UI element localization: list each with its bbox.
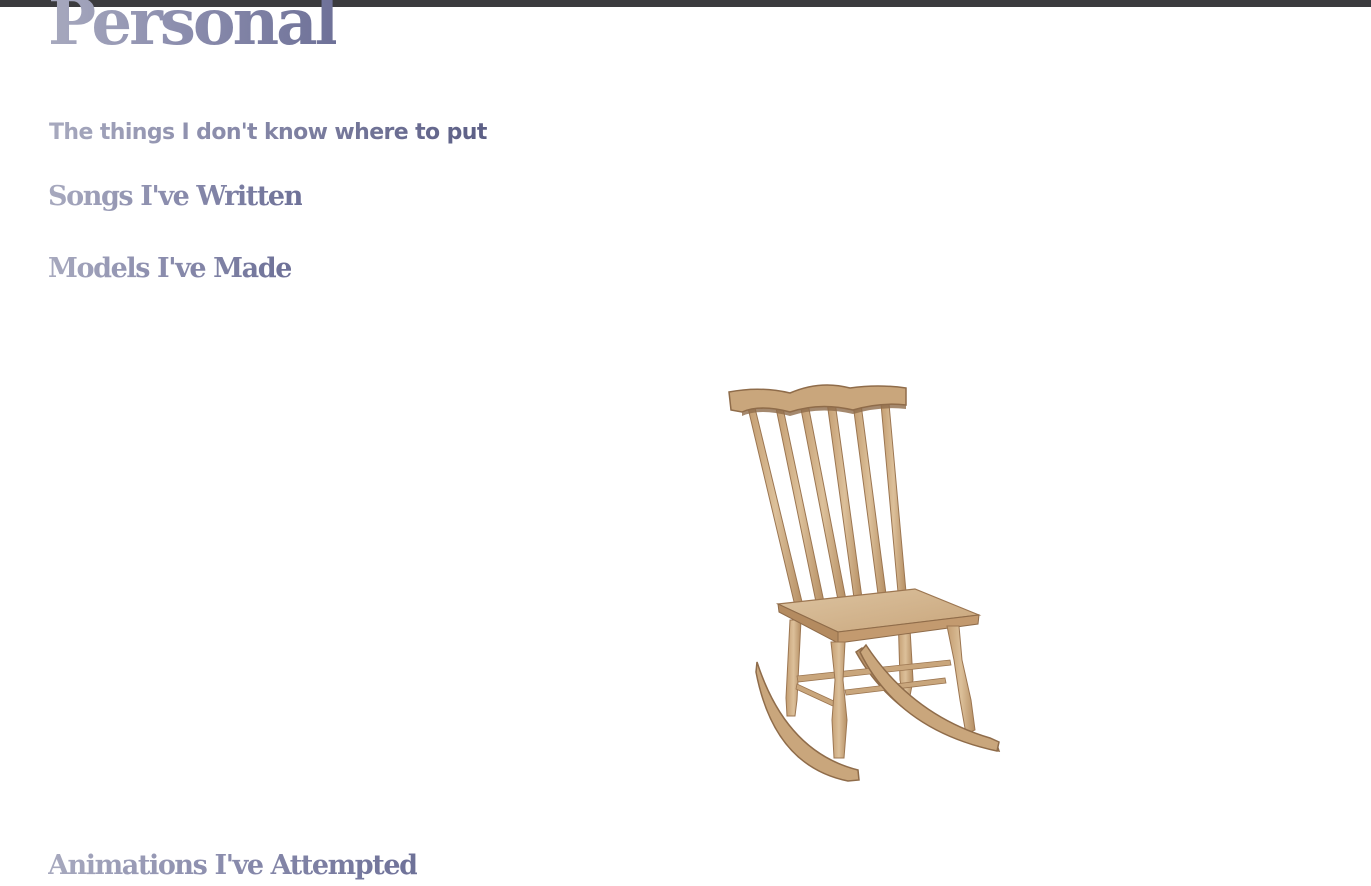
chair-stretcher-3 (795, 683, 837, 708)
chair-front-leg-right (946, 625, 976, 735)
model-viewer-rocking-chair[interactable] (600, 360, 1120, 800)
page-title: Personal (48, 0, 339, 60)
rocking-chair-render (728, 384, 1001, 782)
chair-spindle-1 (747, 407, 804, 607)
chair-front-leg-left (830, 641, 848, 759)
chair-rocker-front-right (859, 643, 1000, 752)
chair-spindle-6 (880, 403, 907, 593)
section-heading-models[interactable]: Models I've Made (48, 253, 292, 285)
section-heading-animations[interactable]: Animations I've Attempted (48, 850, 418, 882)
chair-back-leg-left (785, 619, 802, 717)
page-subtitle: The things I don't know where to put (49, 120, 487, 145)
section-heading-songs[interactable]: Songs I've Written (48, 181, 303, 213)
chair-spindle-2 (775, 407, 825, 603)
